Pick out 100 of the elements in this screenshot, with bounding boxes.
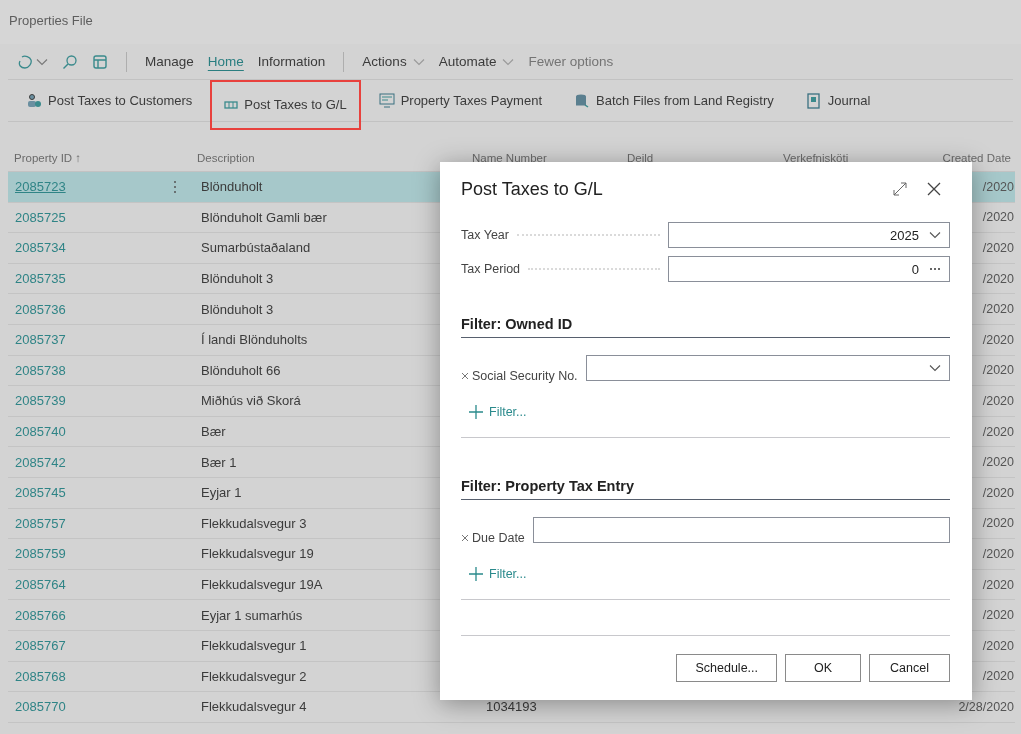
copilot-button[interactable]	[18, 53, 48, 70]
column-header[interactable]: Verkefnisköti	[777, 151, 932, 164]
journal-icon	[805, 92, 822, 109]
table-cell: /2020	[982, 332, 1015, 347]
table-cell-text: Eyjar 1 sumarhús	[200, 607, 304, 623]
action-button[interactable]: Post Taxes to G/L	[210, 79, 361, 130]
column-header[interactable]: Created Date	[932, 151, 1015, 164]
table-cell: /2020	[982, 669, 1015, 684]
table-cell: /2020	[982, 363, 1015, 378]
action-button[interactable]: Batch Files from Land Registry	[560, 84, 788, 117]
caret-icon	[929, 364, 941, 372]
dialog-button[interactable]: Schedule...	[676, 654, 777, 682]
property-id-link[interactable]: 2085764	[15, 577, 66, 592]
caret-icon	[929, 231, 941, 239]
dropdown-field[interactable]	[585, 355, 950, 381]
table-cell-text: Blönduholt 3	[200, 271, 275, 287]
filter-label: Due Date	[461, 531, 525, 545]
more-options-icon	[173, 179, 177, 194]
table-cell-text: Flekkudalsvegur 19A	[200, 577, 324, 592]
column-header[interactable]: Name Number	[466, 151, 621, 164]
property-id-link[interactable]: 2085759	[15, 546, 66, 562]
table-cell-text: Í landi Blönduholts	[200, 332, 309, 348]
table-cell: /2020	[982, 393, 1015, 408]
caret-icon	[412, 57, 425, 66]
property-id-link[interactable]: 2085723	[15, 179, 66, 195]
ellipsis-icon	[929, 267, 941, 271]
property-id-link[interactable]: 2085739	[15, 393, 66, 409]
property-id-link[interactable]: 2085767	[15, 638, 66, 654]
dropdown-field[interactable]: 2025	[668, 222, 950, 248]
expand-button[interactable]	[892, 181, 908, 197]
search-button[interactable]	[62, 53, 78, 70]
people-icon	[26, 92, 42, 109]
action-button[interactable]: Post Taxes to Customers	[12, 84, 207, 117]
table-cell-text: Flekkudalsvegur 3	[200, 515, 308, 531]
layout-button[interactable]	[92, 53, 108, 70]
property-id-link[interactable]: 2085768	[15, 668, 66, 684]
page-title: Properties File	[9, 13, 93, 28]
remove-icon	[461, 372, 469, 380]
database-icon	[574, 92, 591, 109]
property-id-link[interactable]: 2085738	[15, 362, 66, 378]
nav-tab[interactable]: Home	[207, 52, 244, 71]
table-cell: /2020	[982, 455, 1015, 470]
field-label: Tax Year	[461, 228, 509, 242]
column-header[interactable]: Deild	[621, 151, 777, 164]
nav-tab[interactable]: Manage	[145, 52, 194, 71]
property-id-link[interactable]: 2085757	[15, 515, 66, 531]
action-button[interactable]: Property Taxes Payment	[364, 84, 557, 117]
table-cell-text: 1034193	[485, 699, 538, 715]
payment-icon	[378, 92, 395, 109]
property-id-link[interactable]: 2085735	[15, 271, 66, 287]
filter-label: Social Security No.	[461, 369, 578, 383]
table-cell: /2020	[982, 638, 1015, 653]
property-id-link[interactable]: 2085745	[15, 485, 66, 501]
table-cell-text: Blönduholt Gamli bær	[200, 209, 328, 225]
table-cell-text: Blönduholt 3	[200, 301, 275, 317]
add-filter-link[interactable]: Filter...	[469, 405, 527, 419]
property-id-link[interactable]: 2085740	[15, 424, 66, 440]
table-cell-text: Bær 1	[200, 454, 238, 470]
table-cell: /2020	[982, 577, 1015, 592]
property-id-link[interactable]: 2085736	[15, 301, 66, 317]
table-cell-text: Flekkudalsvegur 19	[200, 546, 315, 562]
caret-icon	[502, 57, 515, 66]
ledger-icon	[224, 99, 239, 110]
property-id-link[interactable]: 2085770	[15, 699, 66, 715]
fewer-options-button[interactable]: Fewer options	[528, 52, 614, 71]
action-button[interactable]: Journal	[791, 84, 885, 117]
table-cell: /2020	[982, 271, 1015, 286]
input-field[interactable]: 0	[668, 256, 950, 282]
plus-icon	[469, 405, 483, 419]
column-header[interactable]: Property ID ↑	[8, 151, 191, 164]
dialog-button[interactable]: Cancel	[869, 654, 950, 682]
plus-icon	[469, 567, 483, 581]
nav-tab[interactable]: Information	[257, 52, 326, 71]
caret-icon	[36, 57, 48, 66]
column-header[interactable]: Description	[191, 151, 466, 164]
property-id-link[interactable]: 2085734	[15, 240, 66, 256]
menu-button[interactable]: Actions	[362, 52, 425, 71]
table-cell-text: Eyjar 1	[200, 485, 243, 501]
property-id-link[interactable]: 2085725	[15, 209, 66, 225]
input-field[interactable]	[532, 517, 950, 543]
field-label: Tax Period	[461, 262, 521, 276]
property-id-link[interactable]: 2085742	[15, 454, 66, 470]
table-cell: /2020	[982, 608, 1015, 623]
table-cell-text: Flekkudalsvegur 1	[200, 638, 308, 654]
property-id-link[interactable]: 2085766	[15, 607, 66, 623]
dialog-title: Post Taxes to G/L	[461, 178, 604, 200]
table-cell: /2020	[982, 241, 1015, 255]
property-id-link[interactable]: 2085737	[15, 332, 66, 348]
search-icon	[62, 53, 78, 70]
add-filter-link[interactable]: Filter...	[469, 567, 527, 581]
menu-button[interactable]: Automate	[438, 52, 515, 71]
expand-icon	[892, 181, 908, 197]
close-button[interactable]	[926, 181, 942, 197]
table-cell: /2020	[982, 210, 1015, 225]
table-cell-text: Blönduholt 66	[200, 362, 282, 378]
table-cell: /2020	[982, 302, 1015, 317]
field-value: 0	[911, 261, 919, 277]
table-cell: /2020	[982, 485, 1015, 500]
table-cell-text: Flekkudalsvegur 4	[200, 699, 308, 715]
dialog-button[interactable]: OK	[785, 654, 862, 682]
